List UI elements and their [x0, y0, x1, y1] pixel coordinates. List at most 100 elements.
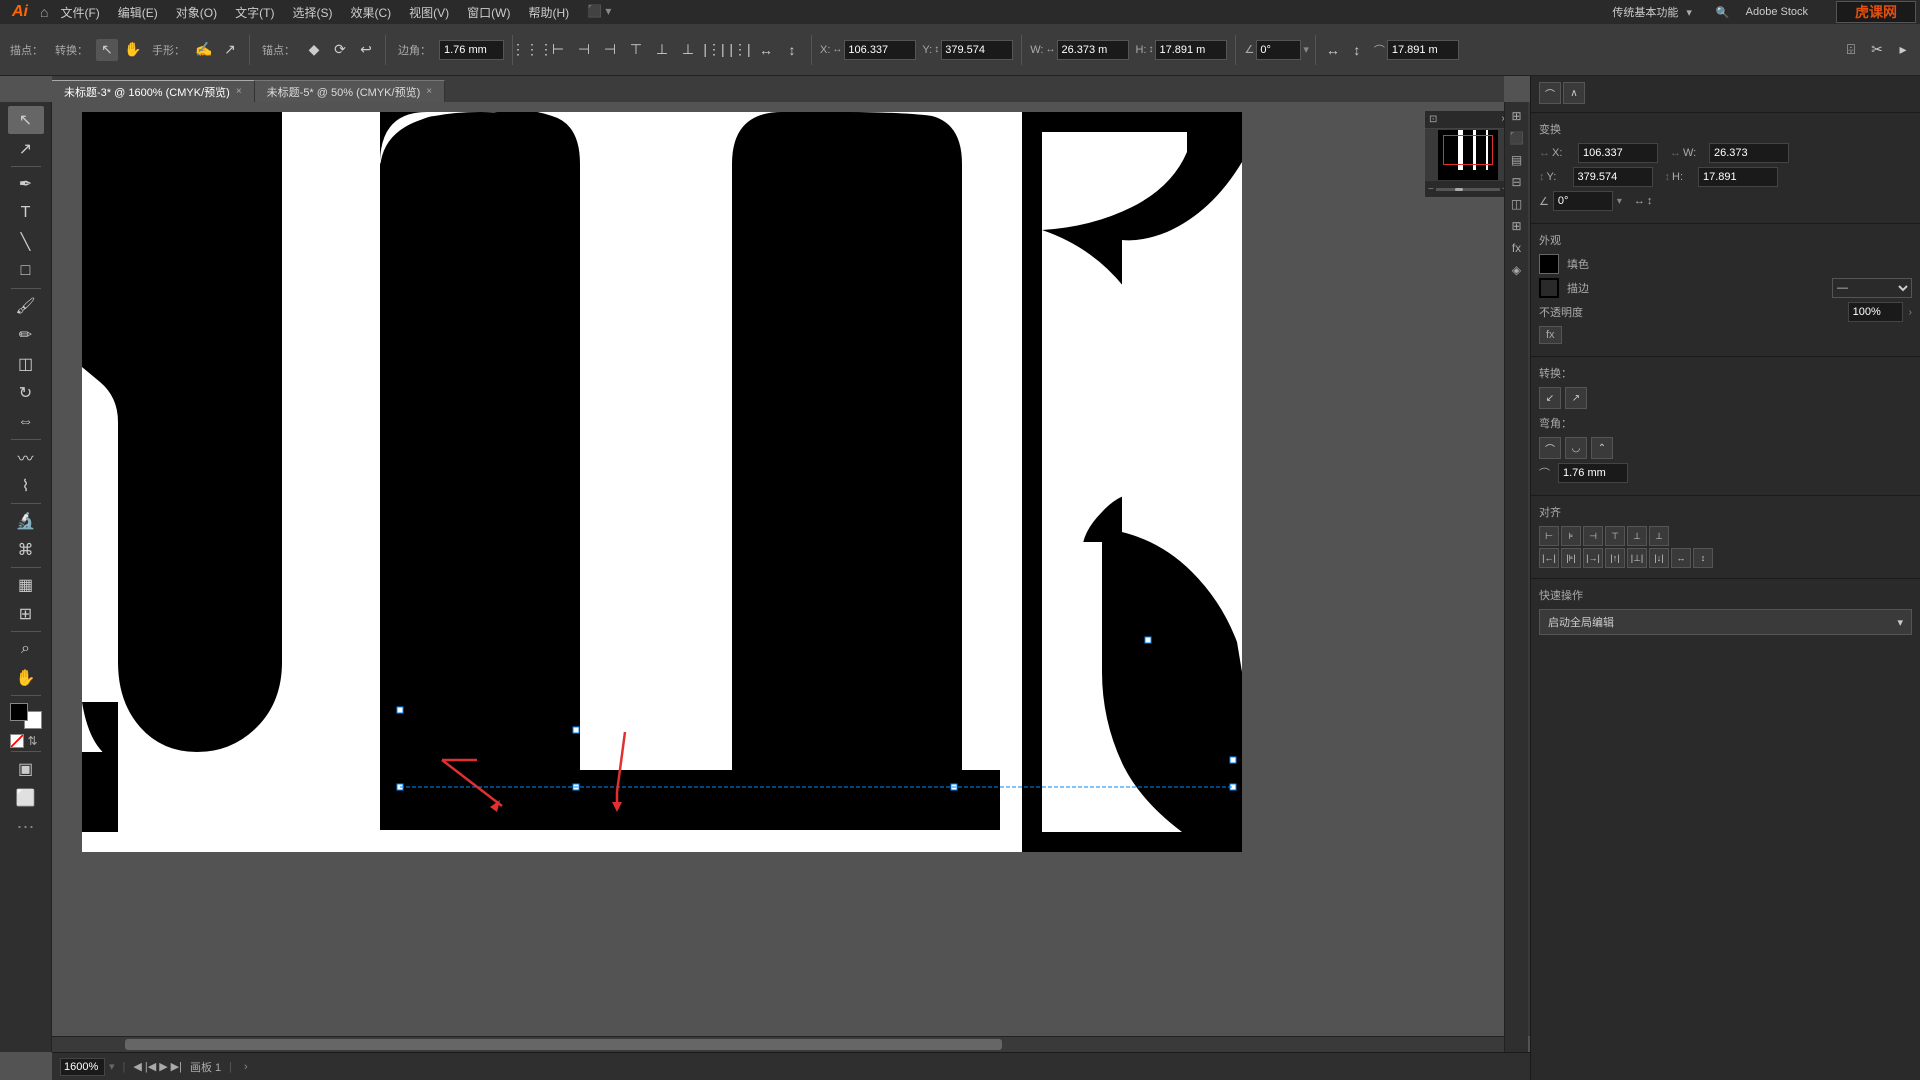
corner-value-input[interactable]	[439, 40, 504, 60]
menu-select[interactable]: 选择(S)	[284, 2, 340, 23]
angle-chevron[interactable]: ▾	[1303, 43, 1309, 56]
right-mini-7[interactable]: fx	[1507, 238, 1527, 258]
convert-smooth[interactable]: ⌒	[1539, 82, 1561, 104]
mirror-v-icon[interactable]: ↕	[1346, 39, 1368, 61]
menu-object[interactable]: 对象(O)	[168, 2, 225, 23]
tab-1[interactable]: 未标题-3* @ 1600% (CMYK/预览) ×	[52, 80, 255, 102]
mirror-v-panel[interactable]: ↕	[1647, 195, 1653, 207]
dist-bottom-btn[interactable]: |↓|	[1649, 548, 1669, 568]
nav-expand-icon[interactable]: ⊡	[1429, 114, 1437, 125]
tool-blend[interactable]: ⌘	[8, 536, 44, 564]
tool-screen-modes[interactable]: ▣	[8, 755, 44, 783]
h-value-input[interactable]	[1155, 40, 1227, 60]
next-page-icon[interactable]: ▶	[159, 1060, 167, 1073]
tool-warp[interactable]: 〰	[8, 443, 44, 471]
opacity-chevron[interactable]: ›	[1909, 307, 1912, 318]
zoom-chevron[interactable]: ▾	[109, 1060, 115, 1073]
angle-chevron-panel[interactable]: ▾	[1617, 196, 1622, 207]
tool-eraser[interactable]: ◫	[8, 350, 44, 378]
tool-reflect[interactable]: ⇔	[8, 408, 44, 436]
y-value-input[interactable]	[941, 40, 1013, 60]
right-mini-3[interactable]: ▤	[1507, 150, 1527, 170]
right-mini-2[interactable]: ⬛	[1507, 128, 1527, 148]
align-top[interactable]: ⊤	[625, 39, 647, 61]
right-mini-6[interactable]: ⊞	[1507, 216, 1527, 236]
tab-1-close[interactable]: ×	[236, 86, 242, 97]
right-mini-1[interactable]: ⊞	[1507, 106, 1527, 126]
angle-value-input[interactable]	[1256, 40, 1301, 60]
fill-color-swatch[interactable]	[1539, 254, 1559, 274]
tool-more[interactable]: ⋯	[17, 817, 35, 838]
tool-direct-select[interactable]: ↗	[8, 135, 44, 163]
quick-action-button[interactable]: 启动全局编辑 ▾	[1539, 609, 1912, 635]
tool-select[interactable]: ↖	[8, 106, 44, 134]
align-bottom-btn[interactable]: ⊥	[1649, 526, 1669, 546]
tab-2[interactable]: 未标题-5* @ 50% (CMYK/预览) ×	[255, 80, 445, 102]
align-left[interactable]: ⊢	[547, 39, 569, 61]
convert-corner[interactable]: ∧	[1563, 82, 1585, 104]
menu-view[interactable]: 视图(V)	[401, 2, 457, 23]
tool-eyedropper[interactable]: 🔬	[8, 507, 44, 535]
right-mini-5[interactable]: ◫	[1507, 194, 1527, 214]
align-center-h-btn[interactable]: ⊧	[1561, 526, 1581, 546]
distribute-h[interactable]: |⋮|	[703, 39, 725, 61]
align-icon-1[interactable]: ⋮⋮⋮	[521, 39, 543, 61]
align-left-btn[interactable]: ⊢	[1539, 526, 1559, 546]
menu-extra[interactable]: ⬛ ▾	[579, 2, 619, 23]
align-right-btn[interactable]: ⊣	[1583, 526, 1603, 546]
mirror-h-icon[interactable]: ↔	[1322, 39, 1344, 61]
tool-line[interactable]: ╲	[8, 228, 44, 256]
transform-icon-1[interactable]: ↙	[1539, 387, 1561, 409]
right-mini-4[interactable]: ⊟	[1507, 172, 1527, 192]
w-panel-input[interactable]	[1709, 143, 1789, 163]
align-center-v-btn[interactable]: ⊥	[1627, 526, 1647, 546]
right-mini-8[interactable]: ◈	[1507, 260, 1527, 280]
tool-gradient[interactable]: ▦	[8, 571, 44, 599]
corner-panel-input[interactable]	[1558, 463, 1628, 483]
status-chevron[interactable]: ›	[244, 1061, 248, 1073]
swap-icon[interactable]: ⇅	[28, 734, 42, 748]
adobe-stock-label[interactable]: Adobe Stock	[1746, 6, 1808, 18]
tool-pencil[interactable]: ✏	[8, 321, 44, 349]
tool-type[interactable]: T	[8, 199, 44, 227]
menu-help[interactable]: 帮助(H)	[520, 2, 577, 23]
h-panel-input[interactable]	[1698, 167, 1778, 187]
scroll-thumb-h[interactable]	[125, 1039, 1002, 1050]
x-value-input[interactable]	[844, 40, 916, 60]
home-icon[interactable]: ⌂	[40, 4, 48, 20]
transform-icon-2[interactable]: ↗	[1565, 387, 1587, 409]
tool-hand[interactable]: ✋	[8, 664, 44, 692]
align-center-h[interactable]: ⊣	[573, 39, 595, 61]
distribute-v[interactable]: |⋮|	[729, 39, 751, 61]
anchor-icon-3[interactable]: ↩	[355, 39, 377, 61]
tool-mesh[interactable]: ⊞	[8, 600, 44, 628]
none-icon[interactable]	[10, 734, 24, 748]
stroke-color-swatch[interactable]	[1539, 278, 1559, 298]
reshape-icon[interactable]: ⌹	[1840, 39, 1862, 61]
tool-rotate[interactable]: ↻	[8, 379, 44, 407]
y-panel-input[interactable]	[1573, 167, 1653, 187]
menu-file[interactable]: 文件(F)	[52, 2, 107, 23]
workspace-chevron[interactable]: ▾	[1686, 6, 1692, 19]
anchor-icon-2[interactable]: ⟳	[329, 39, 351, 61]
nav-zoom-out[interactable]: −	[1428, 184, 1434, 195]
align-center-v[interactable]: ⊥	[651, 39, 673, 61]
first-page-icon[interactable]: |◀	[145, 1060, 156, 1073]
menu-effect[interactable]: 效果(C)	[342, 2, 399, 23]
workspace-label[interactable]: 传统基本功能	[1612, 4, 1678, 20]
mirror-h-panel[interactable]: ↔	[1634, 195, 1645, 207]
hand-tool-icon[interactable]: ✍	[193, 39, 215, 61]
corner-smooth-icon[interactable]: ⌒	[1539, 437, 1561, 459]
align-top-btn[interactable]: ⊤	[1605, 526, 1625, 546]
stroke-swatch[interactable]	[10, 703, 28, 721]
smooth-tool-icon[interactable]: ✋	[122, 39, 144, 61]
space-v[interactable]: ↕	[781, 39, 803, 61]
more-icon[interactable]: ▸	[1892, 39, 1914, 61]
opacity-input[interactable]	[1848, 302, 1903, 322]
convert-point-icon[interactable]: ↗	[219, 39, 241, 61]
scroll-horizontal[interactable]	[52, 1036, 1514, 1052]
align-bottom[interactable]: ⊥	[677, 39, 699, 61]
tool-zoom[interactable]: ⌕	[8, 635, 44, 663]
menu-window[interactable]: 窗口(W)	[459, 2, 518, 23]
tool-graph[interactable]: ⌇	[8, 472, 44, 500]
